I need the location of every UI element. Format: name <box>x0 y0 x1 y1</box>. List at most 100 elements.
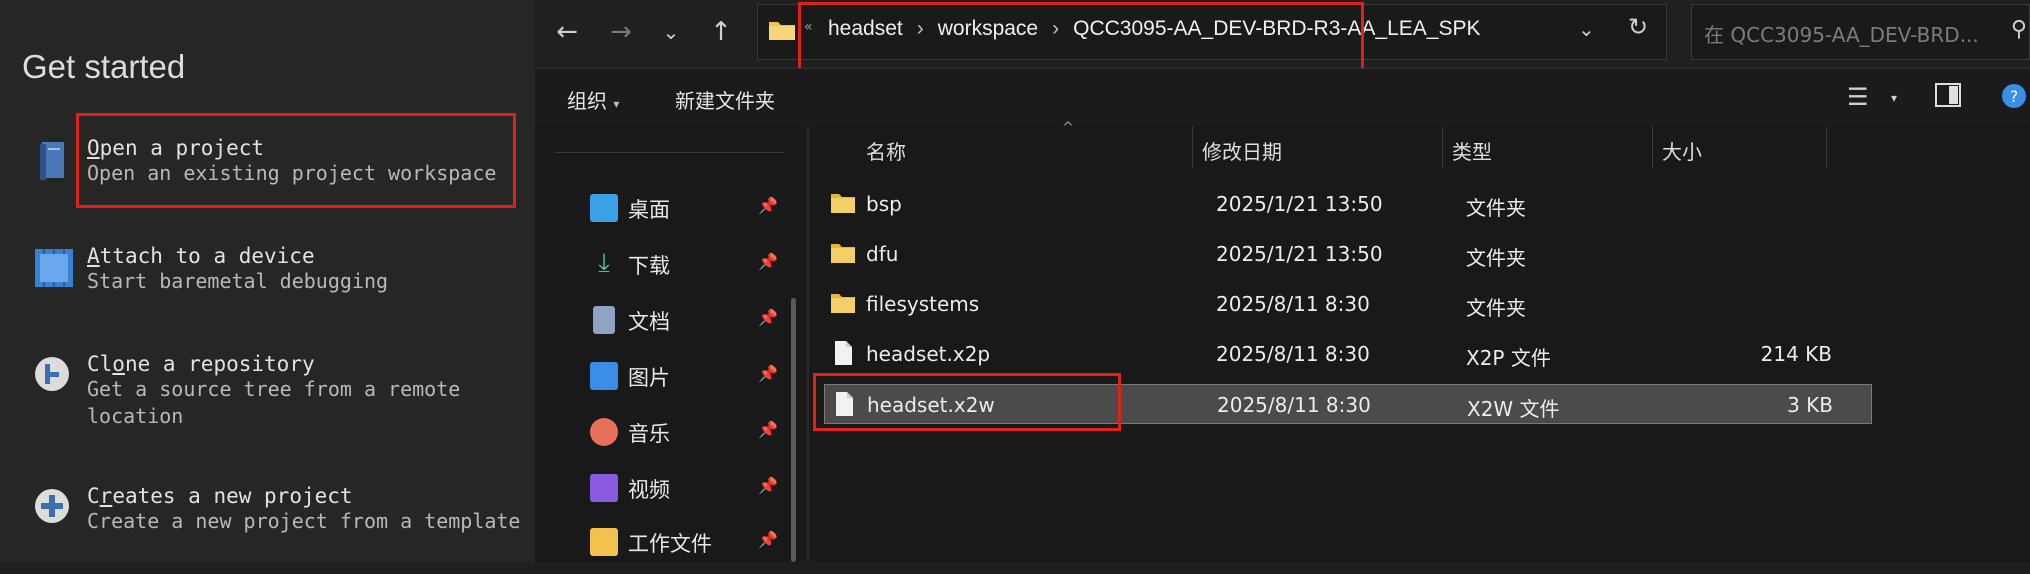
quick-access-downloads[interactable]: ⤓ 下载 📌 <box>590 244 800 284</box>
pin-icon[interactable]: 📌 <box>758 252 778 271</box>
file-size: 214 KB <box>1760 342 1832 366</box>
attach-device-item[interactable]: Attach to a device Start baremetal debug… <box>0 244 535 334</box>
file-type: 文件夹 <box>1466 196 1526 220</box>
search-box[interactable]: 在 QCC3095-AA_DEV-BRD... ⚲ <box>1691 4 2030 60</box>
organize-dropdown-icon: ▾ <box>613 97 620 111</box>
quick-access-documents[interactable]: 文档 📌 <box>590 300 800 340</box>
quick-access-desktop[interactable]: 桌面 📌 <box>590 188 800 228</box>
overflow-chevron-icon[interactable]: « <box>804 19 813 35</box>
file-explorer-window: ← → ⌄ ↑ « headset › workspace › QCC3095-AA_D… <box>535 0 2030 562</box>
recent-chevron-icon[interactable]: ⌄ <box>653 14 689 50</box>
pane-divider[interactable] <box>807 126 809 562</box>
file-row-headset-x2p[interactable]: headset.x2p 2025/8/11 8:30 X2P 文件 214 KB <box>824 334 1872 374</box>
attach-device-desc: Start baremetal debugging <box>87 269 389 293</box>
forward-arrow-icon[interactable]: → <box>603 14 639 50</box>
quick-access-pictures[interactable]: 图片 📌 <box>590 356 800 396</box>
pin-icon[interactable]: 📌 <box>758 476 778 495</box>
column-name[interactable]: 名称 <box>866 136 906 165</box>
attach-device-title: Attach to a device <box>87 244 315 268</box>
get-started-panel: Get started Open a project Open an exist… <box>0 0 535 562</box>
navigation-pane: 桌面 📌 ⤓ 下载 📌 文档 📌 图片 📌 音乐 📌 视频 📌 工作文件 📌 <box>535 126 805 562</box>
clone-repo-title: Clone a repository <box>87 352 315 376</box>
open-project-desc: Open an existing project workspace <box>87 161 497 185</box>
quick-access-videos[interactable]: 视频 📌 <box>590 468 800 508</box>
git-icon <box>35 357 69 391</box>
svg-text:?: ? <box>2010 87 2019 106</box>
file-name: dfu <box>866 242 899 266</box>
pin-icon[interactable]: 📌 <box>758 308 778 327</box>
create-project-item[interactable]: Creates a new project Create a new proje… <box>0 484 535 574</box>
file-size: 3 KB <box>1787 393 1833 417</box>
file-row-headset-x2w[interactable]: headset.x2w 2025/8/11 8:30 X2W 文件 3 KB <box>824 384 1872 424</box>
book-icon <box>40 142 64 180</box>
refresh-icon[interactable]: ↻ <box>1628 13 1648 41</box>
music-icon <box>590 418 618 446</box>
address-bar[interactable]: « headset › workspace › QCC3095-AA_DEV-BRD-R… <box>757 4 1667 60</box>
help-icon[interactable]: ? <box>2001 83 2027 115</box>
column-separator[interactable] <box>1442 126 1443 168</box>
picture-icon <box>590 362 618 390</box>
clone-repo-desc: Get a source tree from a remote location <box>87 377 461 428</box>
column-size[interactable]: 大小 <box>1662 136 1702 165</box>
pin-icon[interactable]: 📌 <box>758 530 778 549</box>
folder-icon <box>831 194 855 213</box>
new-folder-button[interactable]: 新建文件夹 <box>675 85 775 114</box>
up-arrow-icon[interactable]: ↑ <box>703 14 739 50</box>
file-date: 2025/1/21 13:50 <box>1216 192 1383 216</box>
file-name: headset.x2w <box>867 393 995 417</box>
breadcrumb-workspace[interactable]: workspace <box>938 17 1038 40</box>
folder-icon <box>769 22 795 40</box>
column-type[interactable]: 类型 <box>1452 136 1492 165</box>
column-separator[interactable] <box>1192 126 1193 168</box>
preview-pane-icon[interactable] <box>1935 83 1961 113</box>
create-project-desc: Create a new project from a template <box>87 509 521 533</box>
nav-scrollbar[interactable] <box>791 298 796 562</box>
file-type: 文件夹 <box>1466 246 1526 270</box>
search-icon[interactable]: ⚲ <box>2011 17 2027 42</box>
pin-icon[interactable]: 📌 <box>758 364 778 383</box>
file-row-bsp[interactable]: bsp 2025/1/21 13:50 文件夹 <box>824 184 1872 224</box>
file-row-filesystems[interactable]: filesystems 2025/8/11 8:30 文件夹 <box>824 284 1872 324</box>
file-date: 2025/1/21 13:50 <box>1216 242 1383 266</box>
breadcrumb-headset[interactable]: headset <box>828 17 903 40</box>
pin-icon[interactable]: 📌 <box>758 196 778 215</box>
file-list: ^ 名称 修改日期 类型 大小 bsp 2025/1/21 13:50 文件夹 … <box>810 120 2030 562</box>
create-project-title: Creates a new project <box>87 484 353 508</box>
pin-icon[interactable]: 📌 <box>758 420 778 439</box>
file-type: X2W 文件 <box>1467 397 1560 421</box>
file-row-dfu[interactable]: dfu 2025/1/21 13:50 文件夹 <box>824 234 1872 274</box>
download-icon: ⤓ <box>598 248 610 278</box>
breadcrumb-project[interactable]: QCC3095-AA_DEV-BRD-R3-AA_LEA_SPK <box>1073 17 1480 40</box>
quick-access-music[interactable]: 音乐 📌 <box>590 412 800 452</box>
breadcrumb-separator-icon[interactable]: › <box>903 17 938 40</box>
open-project-item[interactable]: Open a project Open an existing project … <box>0 136 535 226</box>
column-separator[interactable] <box>1826 126 1827 168</box>
file-date: 2025/8/11 8:30 <box>1216 292 1370 316</box>
breadcrumb-separator-icon[interactable]: › <box>1038 17 1073 40</box>
address-dropdown-icon[interactable]: ⌄ <box>1578 17 1595 41</box>
search-placeholder: 在 QCC3095-AA_DEV-BRD... <box>1704 23 1979 47</box>
file-date: 2025/8/11 8:30 <box>1217 393 1371 417</box>
folder-icon <box>831 294 855 313</box>
back-arrow-icon[interactable]: ← <box>549 14 585 50</box>
view-details-icon[interactable]: ☰ <box>1847 83 1869 111</box>
file-name: filesystems <box>866 292 980 316</box>
file-type: X2P 文件 <box>1466 346 1551 370</box>
file-date: 2025/8/11 8:30 <box>1216 342 1370 366</box>
breadcrumb: headset › workspace › QCC3095-AA_DEV-BRD-R3-… <box>828 17 1480 41</box>
open-project-title: Open a project <box>87 136 265 160</box>
column-separator[interactable] <box>1652 126 1653 168</box>
nav-divider <box>555 152 785 153</box>
file-name: bsp <box>866 192 902 216</box>
folder-icon <box>831 244 855 263</box>
desktop-icon <box>590 194 618 222</box>
get-started-title: Get started <box>22 48 186 85</box>
organize-menu[interactable]: 组织 ▾ <box>567 85 619 114</box>
folder-icon <box>590 528 618 556</box>
column-date[interactable]: 修改日期 <box>1202 136 1282 165</box>
command-bar: 组织 ▾ 新建文件夹 ☰ ▾ ? <box>535 68 2030 127</box>
view-dropdown-icon[interactable]: ▾ <box>1891 91 1897 105</box>
quick-access-work-files[interactable]: 工作文件 📌 <box>590 522 800 562</box>
clone-repo-item[interactable]: Clone a repository Get a source tree fro… <box>0 352 535 442</box>
column-header-row: ^ 名称 修改日期 类型 大小 <box>810 120 2030 168</box>
